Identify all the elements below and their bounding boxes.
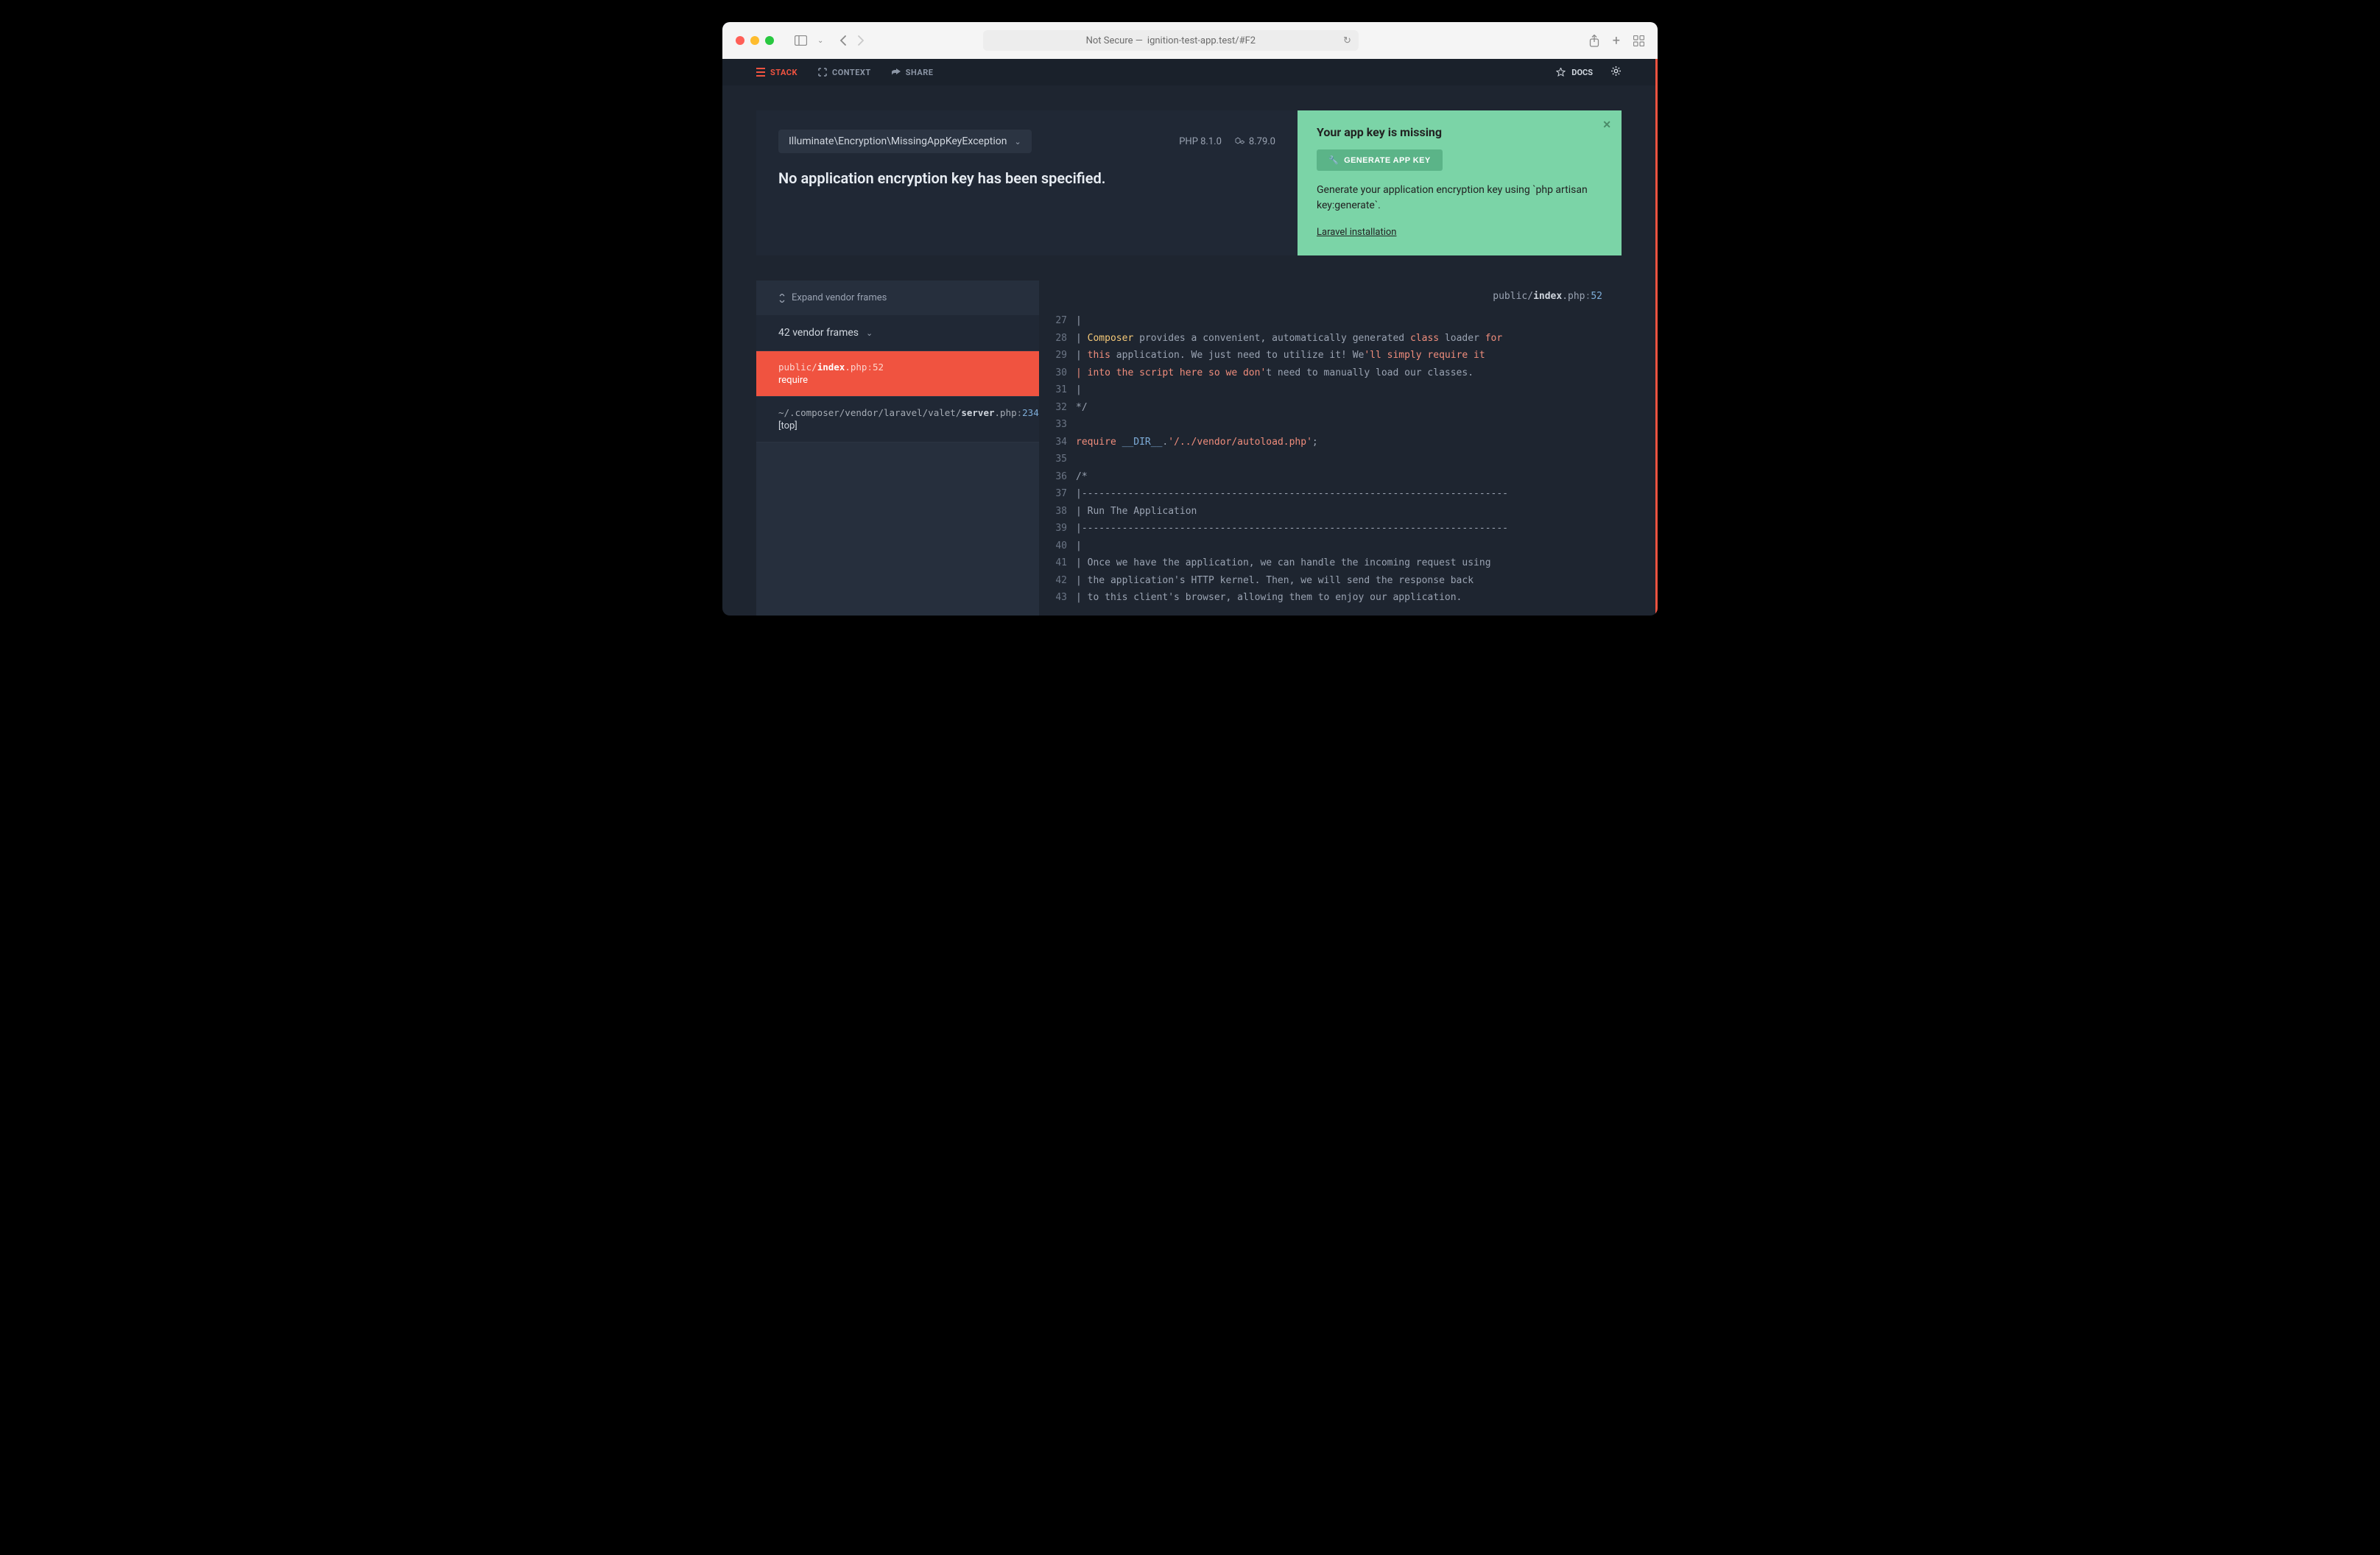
stack-frame[interactable]: public/index.php:52require: [756, 351, 1039, 397]
expand-icon: [778, 294, 786, 303]
chevron-down-icon: ⌄: [866, 328, 873, 338]
code-file-path: public/index.php:52: [1039, 281, 1622, 312]
refresh-icon[interactable]: ↻: [1343, 35, 1351, 46]
vendor-frames-collapsed[interactable]: 42 vendor frames ⌄: [756, 315, 1039, 351]
traffic-lights: [736, 36, 774, 45]
nav-context[interactable]: CONTEXT: [818, 68, 871, 77]
sidebar-toggle-icon[interactable]: [795, 35, 807, 46]
exception-class-dropdown[interactable]: Illuminate\Encryption\MissingAppKeyExcep…: [778, 130, 1032, 153]
laravel-version: 8.79.0: [1235, 136, 1275, 147]
solution-description: Generate your application encryption key…: [1317, 183, 1602, 214]
code-panel: public/index.php:52 27282930313233343536…: [1039, 281, 1622, 616]
browser-window: ⌄ Not Secure — ignition-test-app.test/#F…: [722, 22, 1658, 616]
docs-label: DOCS: [1571, 68, 1593, 77]
security-indicator: Not Secure —: [1086, 35, 1143, 46]
maximize-window-button[interactable]: [765, 36, 774, 45]
url-bar[interactable]: Not Secure — ignition-test-app.test/#F2 …: [983, 30, 1359, 51]
vendor-frames-count: 42 vendor frames: [778, 327, 859, 339]
line-gutter: 2728293031323334353637383940414243: [1039, 312, 1076, 607]
laravel-icon: [1235, 137, 1244, 147]
docs-link[interactable]: DOCS: [1556, 68, 1593, 77]
close-window-button[interactable]: [736, 36, 744, 45]
nav-context-label: CONTEXT: [832, 68, 871, 77]
tabs-icon[interactable]: [1633, 33, 1644, 49]
stack-frame[interactable]: ~/.composer/vendor/laravel/valet/server.…: [756, 397, 1039, 442]
env-meta: PHP 8.1.0 8.79.0: [1179, 136, 1275, 147]
generate-app-key-button[interactable]: 🔧 GENERATE APP KEY: [1317, 149, 1443, 171]
expand-vendor-frames-button[interactable]: Expand vendor frames: [756, 281, 1039, 315]
minimize-window-button[interactable]: [750, 36, 759, 45]
php-version: PHP 8.1.0: [1179, 136, 1222, 147]
exception-title: No application encryption key has been s…: [778, 169, 1275, 187]
top-nav: STACK CONTEXT SHARE DOCS: [722, 59, 1658, 85]
settings-button[interactable]: [1610, 66, 1622, 80]
code-lines: || Composer provides a convenient, autom…: [1076, 312, 1622, 607]
nav-share-label: SHARE: [906, 68, 934, 77]
code-body[interactable]: 2728293031323334353637383940414243 || Co…: [1039, 312, 1622, 607]
back-button[interactable]: [839, 35, 847, 46]
frames-panel: Expand vendor frames 42 vendor frames ⌄ …: [756, 281, 1039, 616]
solution-docs-link[interactable]: Laravel installation: [1317, 227, 1396, 238]
share-icon[interactable]: [1589, 33, 1599, 49]
solution-title: Your app key is missing: [1317, 125, 1602, 139]
nav-share[interactable]: SHARE: [892, 68, 934, 77]
nav-stack[interactable]: STACK: [756, 68, 798, 77]
generate-button-label: GENERATE APP KEY: [1344, 156, 1430, 165]
forward-button[interactable]: [857, 35, 865, 46]
close-solution-button[interactable]: ✕: [1602, 119, 1611, 131]
stack-area: Expand vendor frames 42 vendor frames ⌄ …: [756, 281, 1622, 616]
url-text: ignition-test-app.test/#F2: [1147, 35, 1256, 46]
content-area: Illuminate\Encryption\MissingAppKeyExcep…: [722, 85, 1658, 616]
chevron-down-icon[interactable]: ⌄: [817, 37, 823, 45]
exception-card: Illuminate\Encryption\MissingAppKeyExcep…: [756, 110, 1622, 255]
chevron-down-icon: ⌄: [1015, 137, 1021, 147]
titlebar: ⌄ Not Secure — ignition-test-app.test/#F…: [722, 22, 1658, 59]
expand-vendor-label: Expand vendor frames: [792, 292, 887, 303]
exception-class-text: Illuminate\Encryption\MissingAppKeyExcep…: [789, 135, 1007, 147]
nav-stack-label: STACK: [770, 68, 798, 77]
solution-card: ✕ Your app key is missing 🔧 GENERATE APP…: [1298, 110, 1622, 255]
wrench-icon: 🔧: [1328, 155, 1339, 165]
new-tab-icon[interactable]: +: [1613, 33, 1620, 49]
